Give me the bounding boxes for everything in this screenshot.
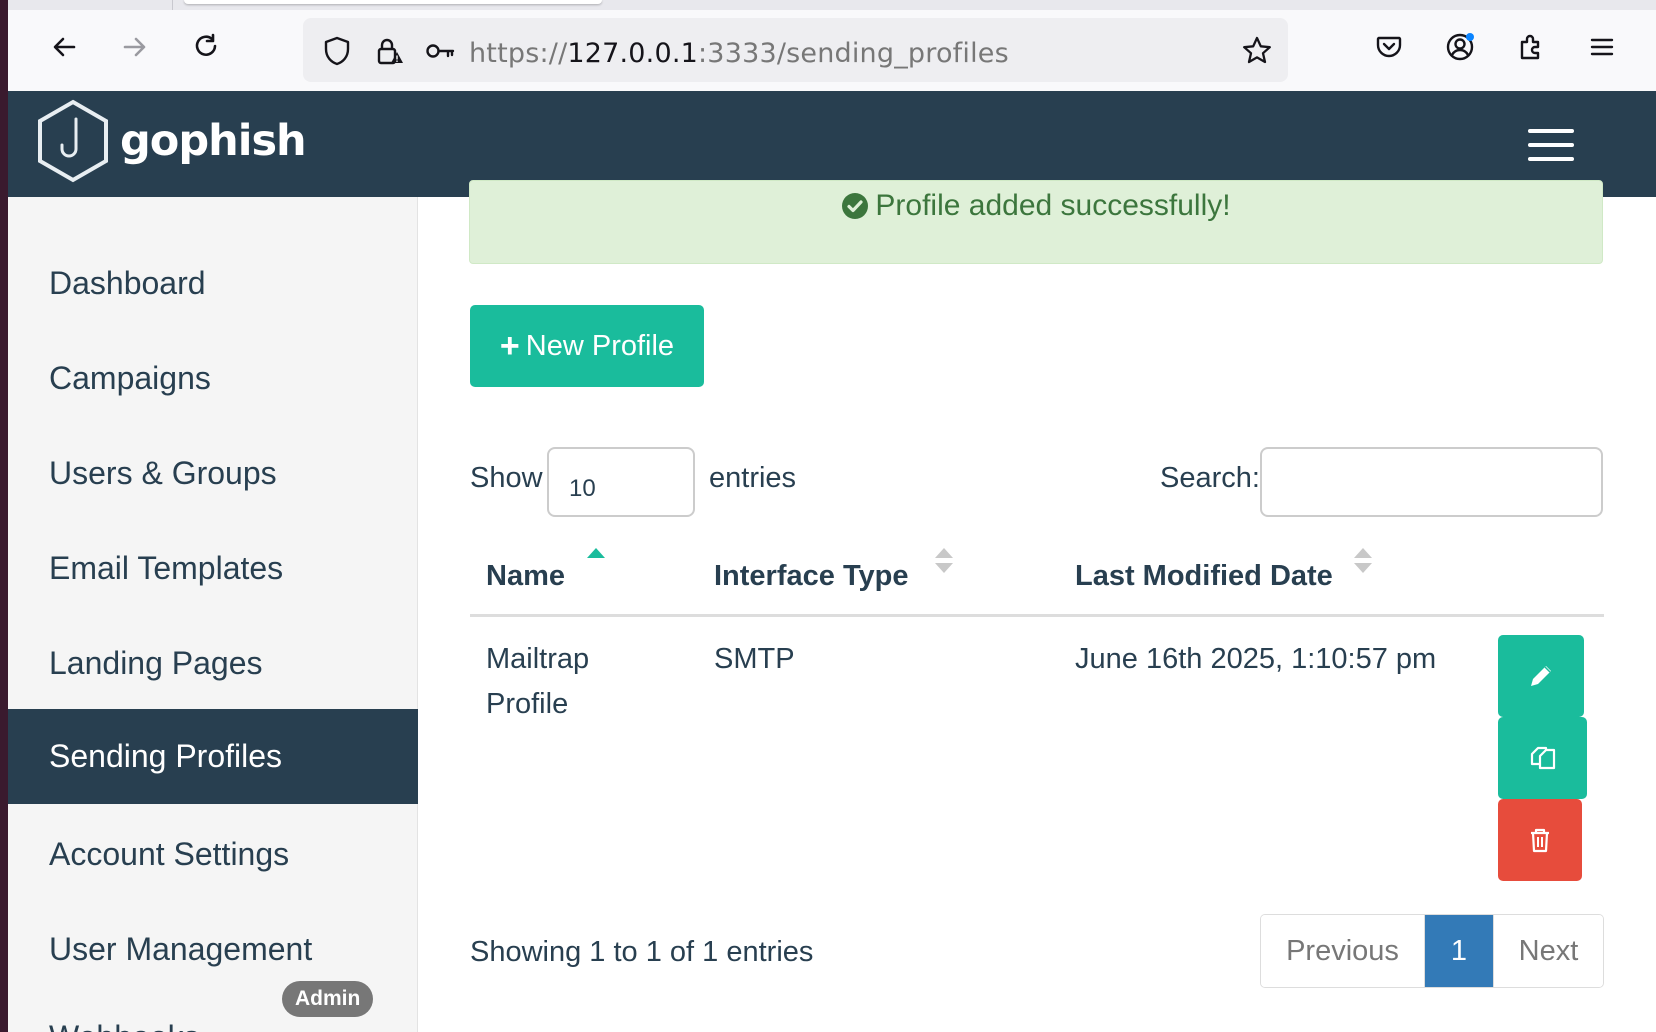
sidebar-item-account-settings[interactable]: Account Settings <box>8 807 418 902</box>
sidebar-item-landing-pages[interactable]: Landing Pages <box>8 616 418 711</box>
sidebar-item-label: Landing Pages <box>49 645 263 681</box>
sidebar-item-email-templates[interactable]: Email Templates <box>8 521 418 616</box>
show-label: Show <box>470 462 543 494</box>
cell-name-line: Mailtrap <box>486 643 590 675</box>
success-alert: Profile added successfully! <box>469 180 1603 264</box>
sidebar-item-webhooks[interactable]: Webhooks <box>49 1019 200 1032</box>
alert-message: Profile added successfully! <box>875 189 1231 222</box>
brand-name: gophish <box>120 116 307 166</box>
sort-both-icon[interactable] <box>933 546 955 576</box>
url-host: 127.0.0.1 <box>567 38 699 69</box>
url-text[interactable]: https://127.0.0.1:3333/sending_profiles <box>469 38 1009 69</box>
insecure-lock-icon[interactable] <box>373 35 405 67</box>
new-profile-button[interactable]: + New Profile <box>470 305 704 387</box>
bookmark-star-icon[interactable] <box>1241 35 1273 67</box>
previous-page-button[interactable]: Previous <box>1261 915 1425 987</box>
key-icon[interactable] <box>424 35 456 67</box>
address-bar[interactable]: https://127.0.0.1:3333/sending_profiles <box>303 18 1288 82</box>
sidebar-item-label: Sending Profiles <box>49 738 283 774</box>
search-input[interactable] <box>1260 447 1603 517</box>
pocket-icon[interactable] <box>1367 25 1411 69</box>
table-header-divider <box>470 614 1604 617</box>
cell-interface-type: SMTP <box>714 643 795 675</box>
delete-button[interactable] <box>1498 799 1582 881</box>
search-label: Search: <box>1160 462 1260 494</box>
sidebar-item-campaigns[interactable]: Campaigns <box>8 331 418 426</box>
entries-value: 10 <box>569 475 596 502</box>
page-1-button[interactable]: 1 <box>1425 915 1493 987</box>
sort-asc-icon[interactable] <box>585 544 607 574</box>
cell-last-modified: June 16th 2025, 1:10:57 pm <box>1075 643 1437 675</box>
column-header-name[interactable]: Name <box>486 560 565 593</box>
check-circle-icon <box>842 193 869 219</box>
reload-icon[interactable] <box>184 25 228 69</box>
extensions-icon[interactable] <box>1509 25 1553 69</box>
next-page-button[interactable]: Next <box>1493 915 1603 987</box>
copy-icon <box>1530 746 1555 770</box>
gophish-logo-icon <box>38 99 108 183</box>
cell-name: Mailtrap Profile <box>486 637 589 727</box>
column-header-interface-type[interactable]: Interface Type <box>714 560 908 593</box>
sidebar-item-users-groups[interactable]: Users & Groups <box>8 426 418 521</box>
edit-button[interactable] <box>1498 635 1584 717</box>
sidebar-item-label: Email Templates <box>49 550 284 586</box>
trash-icon <box>1531 828 1549 853</box>
admin-badge: Admin <box>282 981 374 1017</box>
brand[interactable]: gophish <box>36 99 307 183</box>
browser-toolbar: https://127.0.0.1:3333/sending_profiles <box>8 10 1656 91</box>
column-header-last-modified[interactable]: Last Modified Date <box>1075 560 1333 593</box>
copy-button[interactable] <box>1498 717 1587 799</box>
cell-name-line: Profile <box>486 688 569 720</box>
sidebar-item-label: User Management <box>49 931 313 967</box>
shield-icon[interactable] <box>321 35 353 67</box>
forward-icon[interactable] <box>113 25 157 69</box>
sidebar: Dashboard Campaigns Users & Groups Email… <box>8 197 418 1032</box>
entries-per-page-select[interactable]: 10 <box>547 447 695 517</box>
tab-separator <box>172 0 173 10</box>
sidebar-item-label: Dashboard <box>49 265 206 301</box>
sort-both-icon[interactable] <box>1352 546 1374 576</box>
url-scheme: https:// <box>469 38 568 69</box>
browser-window: https://127.0.0.1:3333/sending_profiles … <box>8 0 1656 1032</box>
table-info: Showing 1 to 1 of 1 entries <box>470 936 814 968</box>
url-path: :3333/sending_profiles <box>698 38 1009 69</box>
sidebar-item-label: Account Settings <box>49 836 290 872</box>
sidebar-item-label: Users & Groups <box>49 455 277 491</box>
new-profile-label: New Profile <box>525 329 675 362</box>
plus-icon: + <box>499 326 520 365</box>
tab-strip <box>8 0 1656 10</box>
sidebar-item-label: Campaigns <box>49 360 211 396</box>
pagination: Previous 1 Next <box>1260 914 1604 988</box>
navbar-toggle-icon[interactable] <box>1528 129 1574 161</box>
account-icon[interactable] <box>1438 25 1482 69</box>
back-icon[interactable] <box>42 25 86 69</box>
active-tab[interactable] <box>184 0 602 4</box>
menu-icon[interactable] <box>1580 25 1624 69</box>
pencil-icon <box>1531 666 1551 686</box>
entries-label: entries <box>709 462 797 494</box>
sidebar-item-sending-profiles[interactable]: Sending Profiles <box>8 709 418 804</box>
sidebar-item-dashboard[interactable]: Dashboard <box>8 236 418 331</box>
